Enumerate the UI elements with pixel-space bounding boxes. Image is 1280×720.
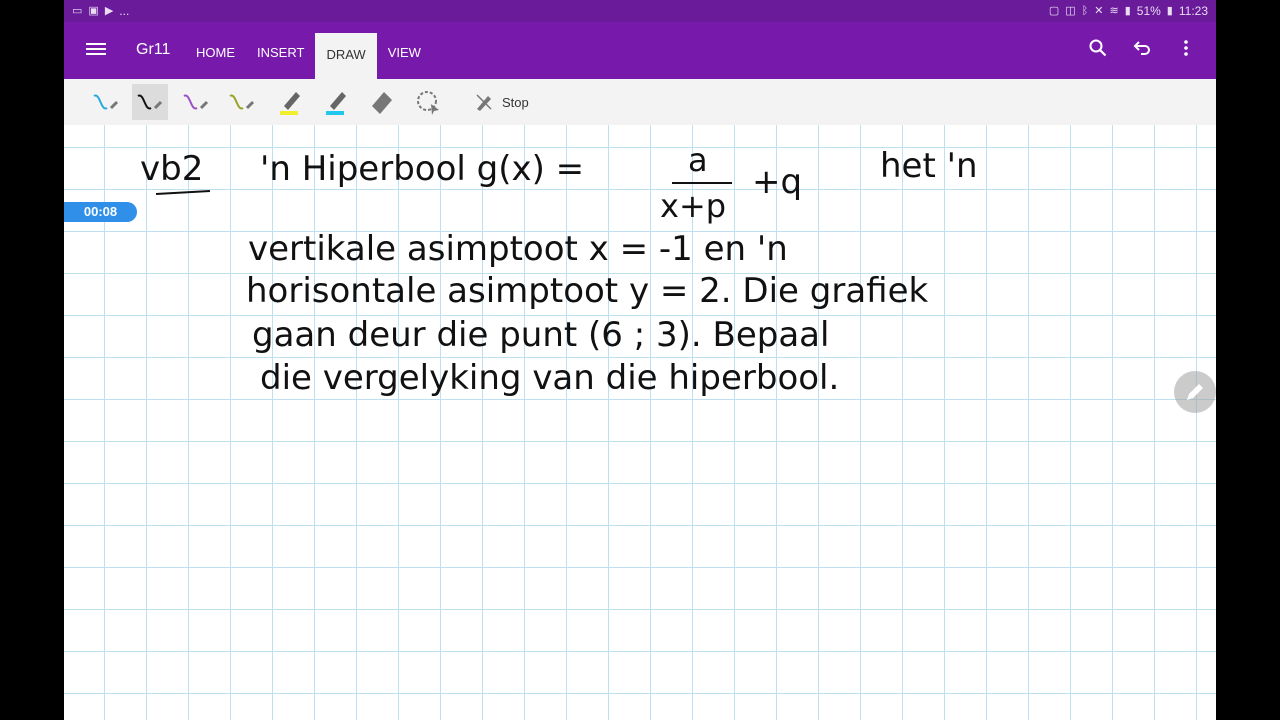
youtube-icon: ▶: [104, 5, 114, 17]
highlighter-yellow-icon[interactable]: [272, 84, 308, 120]
ink-line4: gaan deur die punt (6 ; 3). Bepaal: [252, 315, 829, 355]
ink-fraction-denominator: x+p: [660, 187, 726, 225]
battery-percent: 51%: [1136, 4, 1161, 18]
undo-icon[interactable]: [1132, 38, 1152, 58]
recording-timer: 00:08: [64, 202, 137, 222]
hamburger-menu-icon[interactable]: [86, 40, 106, 60]
ink-underline: [155, 190, 211, 195]
handwritten-ink: vb2 'n Hiperbool g(x) = a x+p +q het 'n …: [140, 141, 978, 398]
pen-olive-icon[interactable]: [224, 84, 260, 120]
tab-insert[interactable]: INSERT: [246, 30, 315, 79]
bluetooth-icon: ᛒ: [1081, 5, 1089, 17]
mute-icon: ✕: [1094, 5, 1104, 17]
clock: 11:23: [1178, 4, 1208, 18]
ink-fraction-numerator: a: [688, 141, 708, 179]
draw-toolbar: Stop: [64, 79, 1216, 126]
tab-home[interactable]: HOME: [185, 30, 246, 79]
stop-pen-icon: [476, 94, 492, 111]
pen-blue-icon[interactable]: [88, 84, 124, 120]
video-call-icon: ▭: [72, 5, 83, 17]
notebook-title: Gr11: [136, 41, 171, 58]
pen-purple-icon[interactable]: [178, 84, 214, 120]
tab-view[interactable]: VIEW: [377, 30, 432, 79]
ink-line1-end: het 'n: [880, 146, 978, 186]
app-bar: Gr11 HOME INSERT DRAW VIEW: [64, 22, 1216, 79]
ink-line5: die vergelyking van die hiperbool.: [260, 358, 839, 398]
ink-plus-q: +q: [752, 162, 802, 202]
battery-icon: ▮: [1166, 5, 1173, 17]
ink-line1: 'n Hiperbool g(x) =: [260, 149, 584, 189]
signal-icon: ▮: [1124, 5, 1131, 17]
lock-icon: ▢: [1048, 5, 1060, 17]
eraser-icon[interactable]: [364, 84, 400, 120]
ink-line2: vertikale asimptoot x = -1 en 'n: [248, 229, 788, 269]
pen-black-icon[interactable]: [132, 84, 168, 120]
note-canvas[interactable]: vb2 'n Hiperbool g(x) = a x+p +q het 'n …: [64, 125, 1216, 720]
nfc-icon: ◫: [1065, 5, 1076, 17]
highlighter-cyan-icon[interactable]: [318, 84, 354, 120]
floating-pen-button[interactable]: [1174, 371, 1216, 413]
lasso-select-icon[interactable]: [410, 84, 446, 120]
search-icon[interactable]: [1088, 38, 1108, 58]
screen-record-icon: ▣: [88, 5, 99, 17]
ink-example-label: vb2: [140, 149, 203, 189]
stop-button[interactable]: Stop: [474, 87, 529, 117]
tab-draw[interactable]: DRAW: [315, 33, 377, 79]
stop-label: Stop: [502, 94, 529, 110]
status-bar: ▭ ▣ ▶ ... ▢ ◫ ᛒ ✕ ≋ ▮ 51% ▮ 11:23: [64, 0, 1216, 22]
ribbon-tabs: HOME INSERT DRAW VIEW: [185, 30, 432, 79]
more-options-icon[interactable]: [1176, 38, 1196, 58]
more-notifications: ...: [119, 4, 130, 18]
wifi-icon: ≋: [1109, 5, 1119, 17]
ink-line3: horisontale asimptoot y = 2. Die grafiek: [246, 271, 929, 311]
pencil-icon: [1187, 384, 1203, 400]
